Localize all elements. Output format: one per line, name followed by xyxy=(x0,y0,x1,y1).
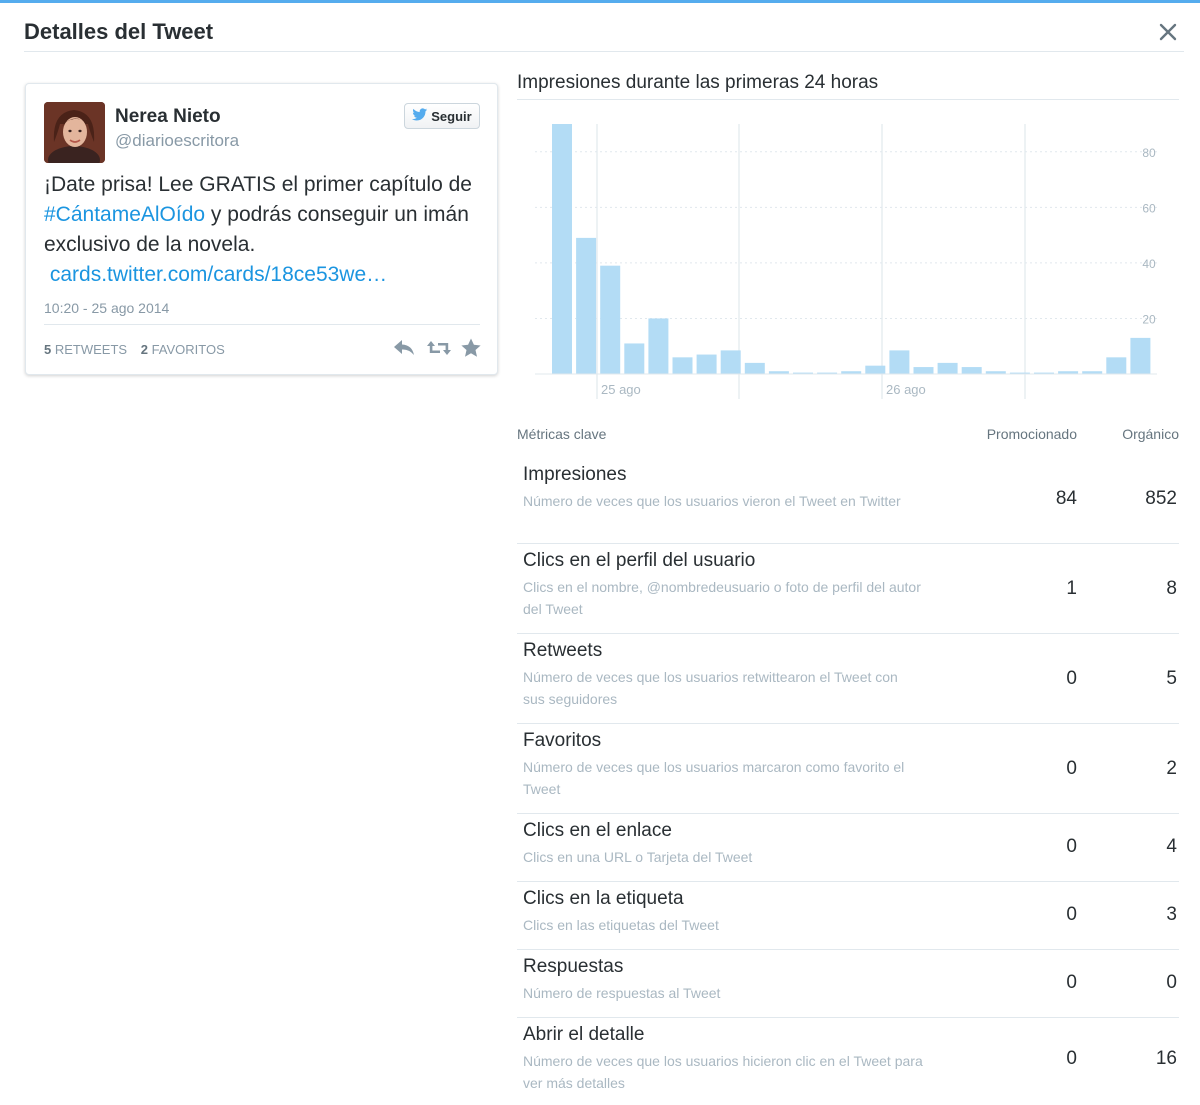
metric-row-hashtag-clicks: Clics en la etiqueta Clics en las etique… xyxy=(517,882,1179,950)
card-link[interactable]: cards.twitter.com/cards/18ce53we… xyxy=(50,263,387,286)
x-tick-label: 25 ago xyxy=(601,382,641,397)
retweets-count[interactable]: 5 xyxy=(44,342,51,357)
metrics-table: Métricas clave Promocionado Orgánico Imp… xyxy=(517,422,1179,1105)
metric-organic-value: 3 xyxy=(1166,904,1177,925)
favorites-count[interactable]: 2 xyxy=(141,342,148,357)
chart-bar xyxy=(696,354,717,374)
metric-promoted-value: 0 xyxy=(1066,836,1077,857)
chart-bar xyxy=(913,367,934,374)
metric-promoted-value: 1 xyxy=(1066,578,1077,599)
metric-promoted-value: 84 xyxy=(1055,488,1077,509)
metric-organic-value: 16 xyxy=(1155,1048,1177,1069)
chart-title-rule xyxy=(517,99,1179,100)
user-handle[interactable]: @diarioescritora xyxy=(115,131,239,151)
metric-organic-value: 4 xyxy=(1166,836,1177,857)
chart-bar xyxy=(552,124,572,374)
modal-header: Detalles del Tweet xyxy=(24,10,1184,52)
retweets-label[interactable]: RETWEETS xyxy=(55,342,127,357)
metric-organic-value: 852 xyxy=(1145,488,1177,509)
metric-row-impressions: Impresiones Número de veces que los usua… xyxy=(517,458,1179,544)
chart-bar xyxy=(720,350,741,374)
twitter-bird-icon xyxy=(412,107,428,125)
chart-bar xyxy=(576,237,597,374)
tweet-card: Nerea Nieto @diarioescritora Seguir ¡Dat… xyxy=(25,83,498,375)
metric-organic-value: 2 xyxy=(1166,758,1177,779)
follow-button[interactable]: Seguir xyxy=(404,103,480,129)
chart-bar xyxy=(889,350,910,374)
metric-row-favorites: Favoritos Número de veces que los usuari… xyxy=(517,724,1179,814)
metric-row-profile-clicks: Clics en el perfil del usuario Clics en … xyxy=(517,544,1179,634)
metric-desc: Clics en el nombre, @nombredeusuario o f… xyxy=(523,579,921,617)
chart-bar xyxy=(865,365,886,374)
chart-bar xyxy=(624,343,645,374)
metric-name: Clics en la etiqueta xyxy=(523,888,684,909)
card-divider xyxy=(44,324,480,325)
top-accent-bar xyxy=(0,0,1200,3)
metric-promoted-value: 0 xyxy=(1066,758,1077,779)
metric-desc: Número de respuestas al Tweet xyxy=(523,985,721,1001)
user-name[interactable]: Nerea Nieto xyxy=(115,106,221,128)
metric-name: Impresiones xyxy=(523,464,627,485)
metric-promoted-value: 0 xyxy=(1066,1048,1077,1069)
metric-desc: Número de veces que los usuarios vieron … xyxy=(523,493,901,509)
metric-name: Abrir el detalle xyxy=(523,1024,645,1045)
tweet-stats: 5 RETWEETS 2 FAVORITOS xyxy=(44,342,225,357)
metric-organic-value: 5 xyxy=(1166,668,1177,689)
y-tick-label: 60 xyxy=(1142,201,1156,215)
metric-row-replies: Respuestas Número de respuestas al Tweet… xyxy=(517,950,1179,1018)
chart-bar xyxy=(648,318,669,374)
metric-desc: Clics en las etiquetas del Tweet xyxy=(523,917,719,933)
close-icon[interactable] xyxy=(1156,20,1180,44)
y-tick-label: 40 xyxy=(1142,257,1156,271)
chart-bar xyxy=(1130,337,1151,374)
metrics-header-organic: Orgánico xyxy=(1122,426,1179,442)
retweet-icon[interactable] xyxy=(426,337,451,359)
metric-promoted-value: 0 xyxy=(1066,904,1077,925)
metric-name: Clics en el perfil del usuario xyxy=(523,550,756,571)
metric-organic-value: 0 xyxy=(1166,972,1177,993)
favorites-label[interactable]: FAVORITOS xyxy=(152,342,225,357)
follow-label: Seguir xyxy=(431,108,472,124)
avatar[interactable] xyxy=(44,102,105,163)
y-tick-label: 20 xyxy=(1142,312,1156,326)
metric-desc: Número de veces que los usuarios marcaro… xyxy=(523,759,905,797)
metrics-header-promoted: Promocionado xyxy=(986,426,1077,442)
chart-bar xyxy=(744,362,765,374)
chart-bar xyxy=(937,362,958,374)
metric-organic-value: 8 xyxy=(1166,578,1177,599)
chart-bar xyxy=(600,265,621,374)
metric-row-retweets: Retweets Número de veces que los usuario… xyxy=(517,634,1179,724)
reply-icon[interactable] xyxy=(392,337,416,359)
chart-title: Impresiones durante las primeras 24 hora… xyxy=(517,72,879,93)
metrics-header: Métricas clave Promocionado Orgánico xyxy=(517,422,1179,458)
metric-desc: Clics en una URL o Tarjeta del Tweet xyxy=(523,849,753,865)
hashtag-link[interactable]: #CántameAlOído xyxy=(44,203,205,226)
metric-desc: Número de veces que los usuarios retwitt… xyxy=(523,669,898,707)
chart-bar xyxy=(672,357,693,374)
tweet-timestamp[interactable]: 10:20 - 25 ago 2014 xyxy=(44,300,169,316)
x-tick-label: 26 ago xyxy=(886,382,926,397)
chart-bar xyxy=(1106,357,1127,374)
metric-name: Favoritos xyxy=(523,730,602,751)
metric-name: Respuestas xyxy=(523,956,624,977)
chart-bar xyxy=(961,367,982,374)
y-tick-label: 80 xyxy=(1142,146,1156,160)
metric-desc: Número de veces que los usuarios hiciero… xyxy=(523,1053,923,1091)
metric-row-link-clicks: Clics en el enlace Clics en una URL o Ta… xyxy=(517,814,1179,882)
modal-title: Detalles del Tweet xyxy=(24,19,214,44)
metric-name: Retweets xyxy=(523,640,603,661)
tweet-text: ¡Date prisa! Lee GRATIS el primer capítu… xyxy=(44,170,484,290)
metric-promoted-value: 0 xyxy=(1066,668,1077,689)
metric-name: Clics en el enlace xyxy=(523,820,672,841)
metric-promoted-value: 0 xyxy=(1066,972,1077,993)
metric-row-detail-expands: Abrir el detalle Número de veces que los… xyxy=(517,1018,1179,1105)
favorite-icon[interactable] xyxy=(460,337,484,359)
metrics-header-label: Métricas clave xyxy=(517,426,607,442)
tweet-text-part1: ¡Date prisa! Lee GRATIS el primer capítu… xyxy=(44,173,472,196)
tweet-actions xyxy=(392,337,484,359)
impressions-chart: 20 40 60 80 25 ago 26 ago xyxy=(535,124,1157,399)
